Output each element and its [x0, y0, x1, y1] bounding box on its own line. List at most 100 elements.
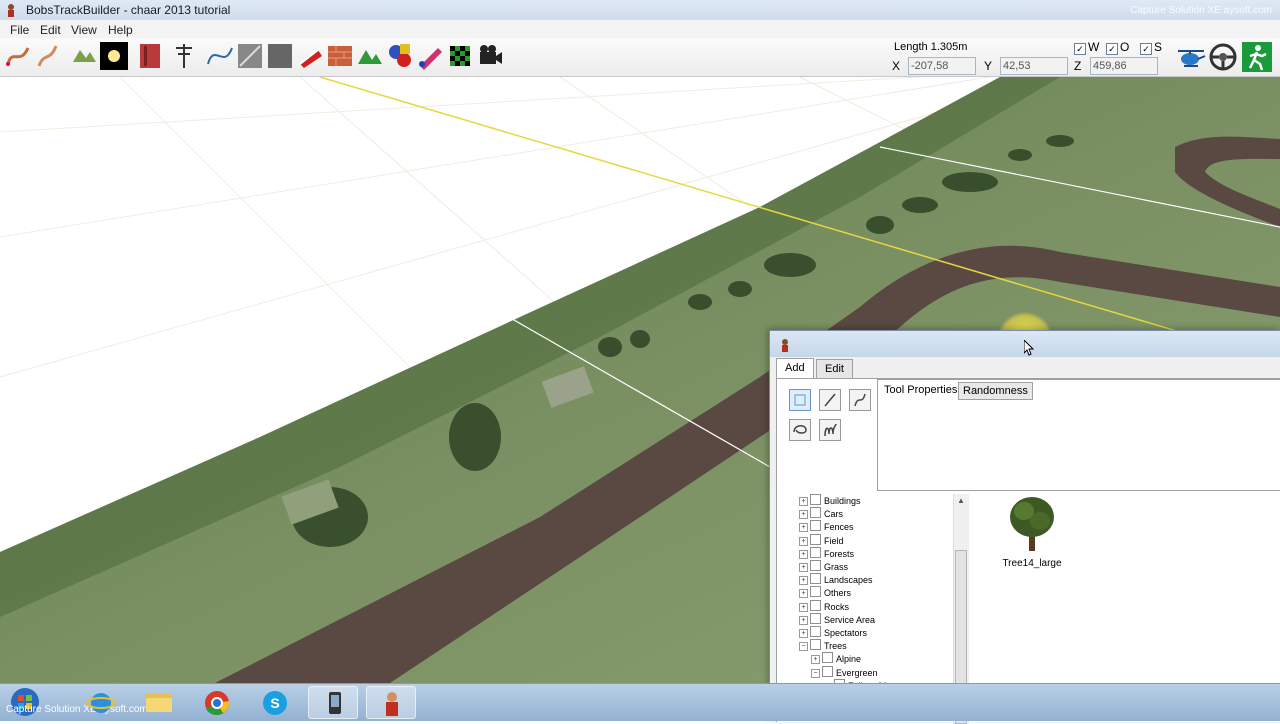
tree-node-label: Evergreen [836, 667, 878, 678]
tree-expander-icon[interactable]: + [799, 589, 808, 599]
taskbar-app[interactable] [308, 686, 358, 719]
length-readout: Length 1.305m [894, 41, 968, 53]
tree-checkbox[interactable] [822, 665, 833, 677]
tree-node[interactable]: + Spectators [799, 626, 867, 639]
tree-node[interactable]: + Alpine [811, 652, 861, 665]
tree-expander-icon[interactable]: + [799, 629, 808, 638]
tree-expander-icon[interactable]: + [799, 536, 808, 546]
tree-expander-icon[interactable]: + [799, 615, 808, 625]
tree-expander-icon[interactable]: + [799, 563, 808, 572]
svg-text:S: S [270, 695, 279, 711]
tree-node[interactable]: − Trees [799, 639, 847, 652]
terrain-icon[interactable] [70, 42, 98, 70]
pencil-icon[interactable] [416, 42, 444, 70]
menu-file[interactable]: File [10, 23, 29, 37]
taskbar-ie[interactable] [76, 686, 126, 719]
y-label: Y [984, 59, 993, 73]
mountain-icon[interactable] [356, 42, 384, 70]
tab-add[interactable]: Add [776, 358, 814, 379]
tree-checkbox[interactable] [810, 586, 821, 598]
tree-checkbox[interactable] [810, 494, 821, 505]
tree-checkbox[interactable] [810, 573, 821, 585]
walk-mode-icon[interactable] [1242, 42, 1272, 72]
power-pole-icon[interactable] [170, 42, 198, 70]
tree-expander-icon[interactable]: + [799, 602, 808, 612]
chrome-icon [205, 691, 230, 715]
tree-node-label: Service Area [824, 614, 876, 625]
tree-node[interactable]: + Others [799, 586, 851, 599]
tree-node[interactable]: + Rocks [799, 599, 849, 613]
tree-expander-icon[interactable]: − [811, 668, 820, 678]
tree-expander-icon[interactable]: + [799, 510, 808, 520]
object-preview-item[interactable]: Tree14_large [997, 491, 1067, 571]
tree-checkbox[interactable] [810, 626, 821, 637]
tree-checkbox[interactable] [810, 560, 821, 571]
taskbar-chrome[interactable] [192, 686, 242, 719]
camera-icon[interactable] [476, 42, 504, 70]
zigzag-tool-button[interactable] [819, 419, 841, 441]
steering-wheel-icon[interactable] [1208, 42, 1238, 72]
taskbar-explorer[interactable] [134, 686, 184, 719]
curve-tool-button[interactable] [849, 389, 871, 411]
tree-checkbox[interactable] [810, 599, 821, 611]
tree-node[interactable]: + Buildings [799, 494, 861, 507]
y-field[interactable] [1000, 57, 1068, 75]
light-icon[interactable] [100, 42, 128, 70]
menu-edit[interactable]: Edit [40, 23, 61, 37]
toggle-o[interactable]: ✓ O [1106, 40, 1129, 55]
marker-icon[interactable] [296, 42, 324, 70]
taskbar-trackbuilder[interactable] [366, 686, 416, 719]
line-tool-button[interactable] [819, 389, 841, 411]
select-tool-button[interactable] [789, 389, 811, 411]
zigzag-icon [824, 423, 837, 437]
objects-icon[interactable] [386, 42, 414, 70]
menu-view[interactable]: View [71, 23, 97, 37]
tree-node[interactable]: + Field [799, 533, 844, 547]
tree-node[interactable]: + Service Area [799, 612, 876, 626]
tab-randomness[interactable]: Randomness [958, 382, 1033, 400]
taskbar-skype[interactable]: S [250, 686, 300, 719]
tree-expander-icon[interactable]: + [811, 655, 820, 665]
tab-tool-properties[interactable]: Tool Properties [880, 382, 961, 398]
tree-expander-icon[interactable]: − [799, 642, 808, 652]
curve-icon[interactable] [206, 42, 234, 70]
scroll-up-icon[interactable]: ▲ [957, 496, 965, 505]
toggle-s-label: S [1154, 40, 1163, 54]
helicopter-view-icon[interactable] [1176, 42, 1206, 72]
wall-icon[interactable] [136, 42, 164, 70]
loop-tool-button[interactable] [789, 419, 811, 441]
spline-tool-icon[interactable] [4, 42, 32, 70]
toggle-s[interactable]: ✓ S [1140, 40, 1162, 55]
brick-icon[interactable] [326, 42, 354, 70]
tree-checkbox[interactable] [810, 612, 821, 624]
tree-checkbox[interactable] [810, 639, 821, 651]
properties-panel: Tool Properties Randomness [877, 379, 1280, 491]
z-field[interactable] [1090, 57, 1158, 75]
toggle-w[interactable]: ✓ W [1074, 40, 1099, 55]
tree-node[interactable]: + Landscapes [799, 573, 873, 586]
tree-checkbox[interactable] [810, 546, 821, 558]
checkered-flag-icon[interactable] [446, 42, 474, 70]
tree-checkbox[interactable] [810, 520, 821, 532]
tree-expander-icon[interactable]: + [799, 549, 808, 559]
tree-expander-icon[interactable]: + [799, 497, 808, 506]
tree-node[interactable]: + Fences [799, 520, 854, 533]
ie-icon [86, 693, 116, 713]
tab-edit[interactable]: Edit [816, 359, 853, 379]
menu-help[interactable]: Help [108, 23, 133, 37]
tree-checkbox[interactable] [810, 507, 821, 519]
tree-checkbox[interactable] [822, 652, 833, 664]
tree-thumbnail-icon [1010, 497, 1054, 551]
texture-icon[interactable] [266, 42, 294, 70]
tree-expander-icon[interactable]: + [799, 523, 808, 533]
tree-node-label: Others [824, 588, 852, 599]
tree-node[interactable]: + Cars [799, 507, 843, 520]
road-tool-icon[interactable] [34, 42, 62, 70]
track-surface-icon[interactable] [236, 42, 264, 70]
x-field[interactable] [908, 57, 976, 75]
tree-node[interactable]: − Evergreen [811, 665, 878, 679]
tree-expander-icon[interactable]: + [799, 576, 808, 586]
tree-node[interactable]: + Forests [799, 546, 854, 560]
tree-node[interactable]: + Grass [799, 560, 848, 573]
tree-checkbox[interactable] [810, 533, 821, 545]
